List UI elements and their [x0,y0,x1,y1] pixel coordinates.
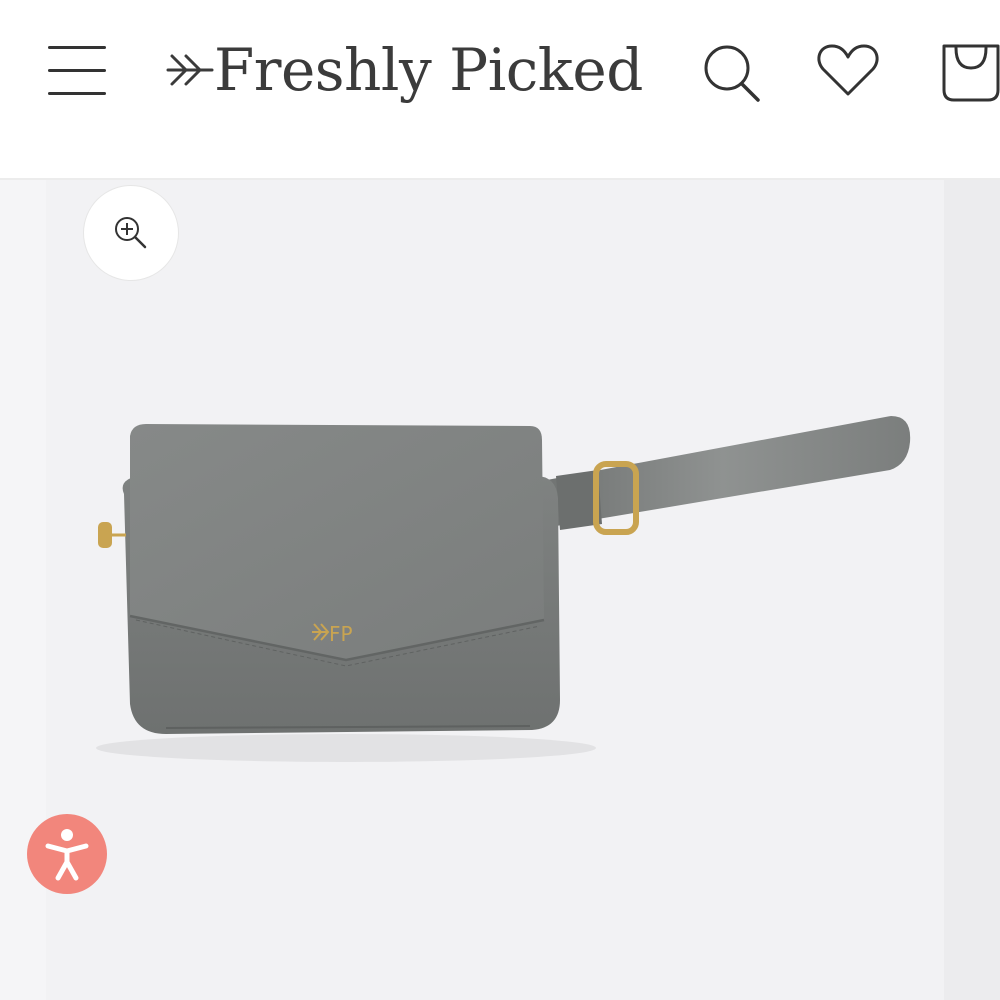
wishlist-button[interactable] [815,42,881,98]
site-header: Freshly Picked [0,0,1000,180]
search-icon [704,45,760,102]
accessibility-button[interactable] [27,814,107,894]
product-image: FP [96,416,911,762]
menu-icon [48,46,106,95]
product-image-slide[interactable]: FP [46,180,944,1000]
cart-button[interactable] [936,40,1000,104]
arrow-logo-icon [166,54,214,86]
heart-icon [817,44,879,96]
brand-name: Freshly Picked [214,36,643,104]
menu-button[interactable] [44,42,110,100]
bag-icon [942,44,1000,102]
brand-logo[interactable]: Freshly Picked [166,30,643,110]
zoom-in-icon [115,217,147,249]
search-button[interactable] [700,40,764,104]
accessibility-icon [45,829,89,881]
zoom-button[interactable] [84,186,178,280]
product-monogram: FP [329,622,353,646]
next-slide-peek[interactable] [944,180,1000,1000]
product-gallery: FP [0,180,1000,1000]
